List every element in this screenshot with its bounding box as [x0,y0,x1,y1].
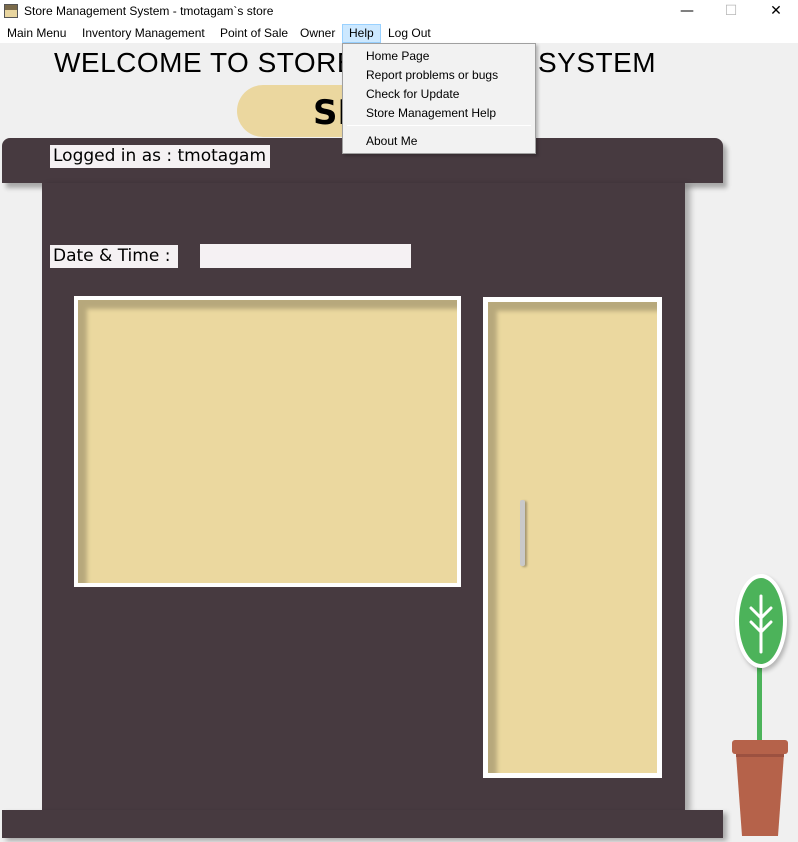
menu-separator [347,125,531,126]
welcome-heading-right: SYSTEM [538,47,657,78]
close-button[interactable]: ✕ [753,0,798,23]
help-item-home-page[interactable]: Home Page [344,47,534,66]
app-window: Store Management System - tmotagam`s sto… [0,0,798,842]
maximize-button[interactable]: ☐ [708,0,754,23]
store-base [2,810,723,838]
door-handle [520,500,525,566]
plant-pot-icon [732,740,788,836]
welcome-heading-left: WELCOME TO STORE [54,47,357,78]
plant-leaf-icon [735,574,787,668]
date-time-display [200,244,411,268]
help-item-store-management-help[interactable]: Store Management Help [344,104,534,123]
menu-owner[interactable]: Owner [294,24,341,43]
menu-point-of-sale[interactable]: Point of Sale [214,24,294,43]
menu-bar: Main Menu Inventory Management Point of … [0,23,798,43]
help-item-about-me[interactable]: About Me [344,132,534,151]
menu-main-menu[interactable]: Main Menu [1,24,72,43]
help-dropdown-menu: Home Page Report problems or bugs Check … [342,43,536,154]
title-bar: Store Management System - tmotagam`s sto… [0,0,798,23]
store-app-icon [4,4,18,18]
store-window-pane [78,300,457,583]
help-item-report-problems[interactable]: Report problems or bugs [344,66,534,85]
leaf-vein-icon [749,594,773,654]
plant-stem [757,664,762,746]
date-time-label: Date & Time : [50,245,178,268]
window-title: Store Management System - tmotagam`s sto… [24,4,274,18]
help-item-check-for-update[interactable]: Check for Update [344,85,534,104]
menu-log-out[interactable]: Log Out [382,24,437,43]
menu-inventory-management[interactable]: Inventory Management [76,24,211,43]
store-window [74,296,461,587]
menu-help[interactable]: Help [342,24,381,43]
logged-in-label: Logged in as : tmotagam [50,145,270,168]
minimize-button[interactable]: — [664,0,710,23]
store-door-pane [488,302,657,773]
store-door [483,297,662,778]
